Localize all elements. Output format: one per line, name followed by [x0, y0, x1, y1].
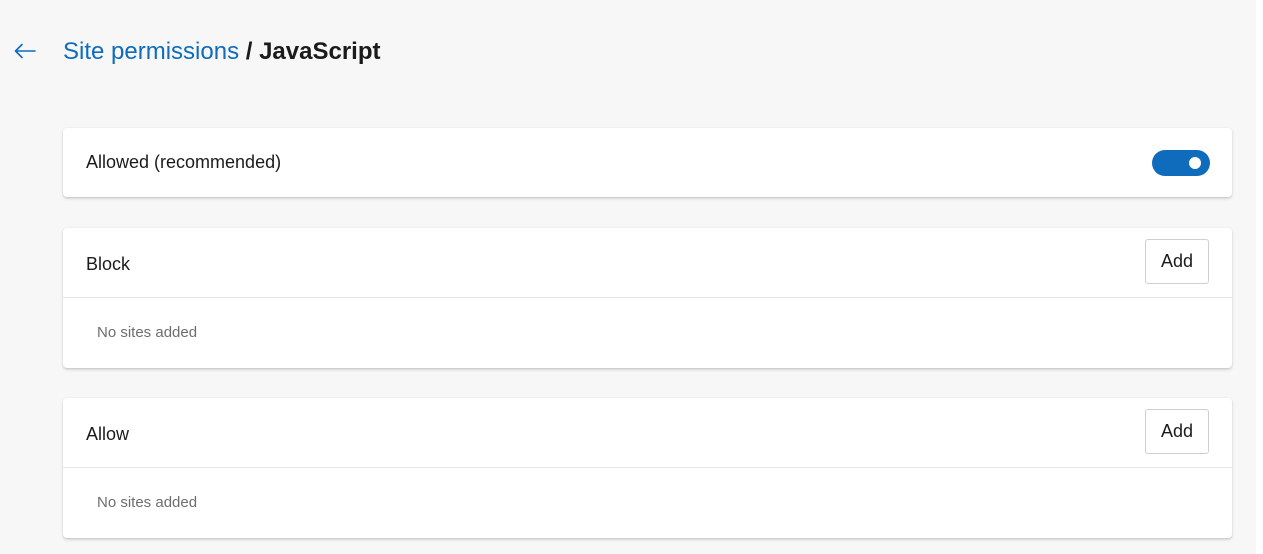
allowed-toggle[interactable] [1152, 150, 1210, 176]
allow-section-card: Allow Add No sites added [63, 398, 1232, 538]
page-title: JavaScript [259, 38, 381, 65]
allowed-setting-label: Allowed (recommended) [86, 152, 282, 172]
breadcrumb-site-permissions-link[interactable]: Site permissions [63, 38, 239, 65]
allow-section-title: Allow [86, 424, 130, 444]
back-arrow-icon [14, 43, 36, 59]
block-section-card: Block Add No sites added [63, 228, 1232, 368]
allow-section-header: Allow Add [63, 398, 1232, 468]
settings-page: Site permissions / JavaScript Allowed (r… [0, 0, 1256, 554]
breadcrumb: Site permissions / JavaScript [63, 36, 380, 68]
block-add-button[interactable]: Add [1145, 239, 1209, 284]
page-header: Site permissions / JavaScript [0, 0, 1256, 104]
toggle-knob [1189, 157, 1201, 169]
block-section-header: Block Add [63, 228, 1232, 298]
block-empty-message: No sites added [97, 324, 198, 341]
block-section-title: Block [86, 254, 131, 274]
allow-add-button[interactable]: Add [1145, 409, 1209, 454]
back-button[interactable] [10, 36, 40, 66]
allowed-setting-card: Allowed (recommended) [63, 128, 1232, 197]
allow-empty-message: No sites added [97, 494, 198, 511]
breadcrumb-separator: / [239, 38, 260, 65]
